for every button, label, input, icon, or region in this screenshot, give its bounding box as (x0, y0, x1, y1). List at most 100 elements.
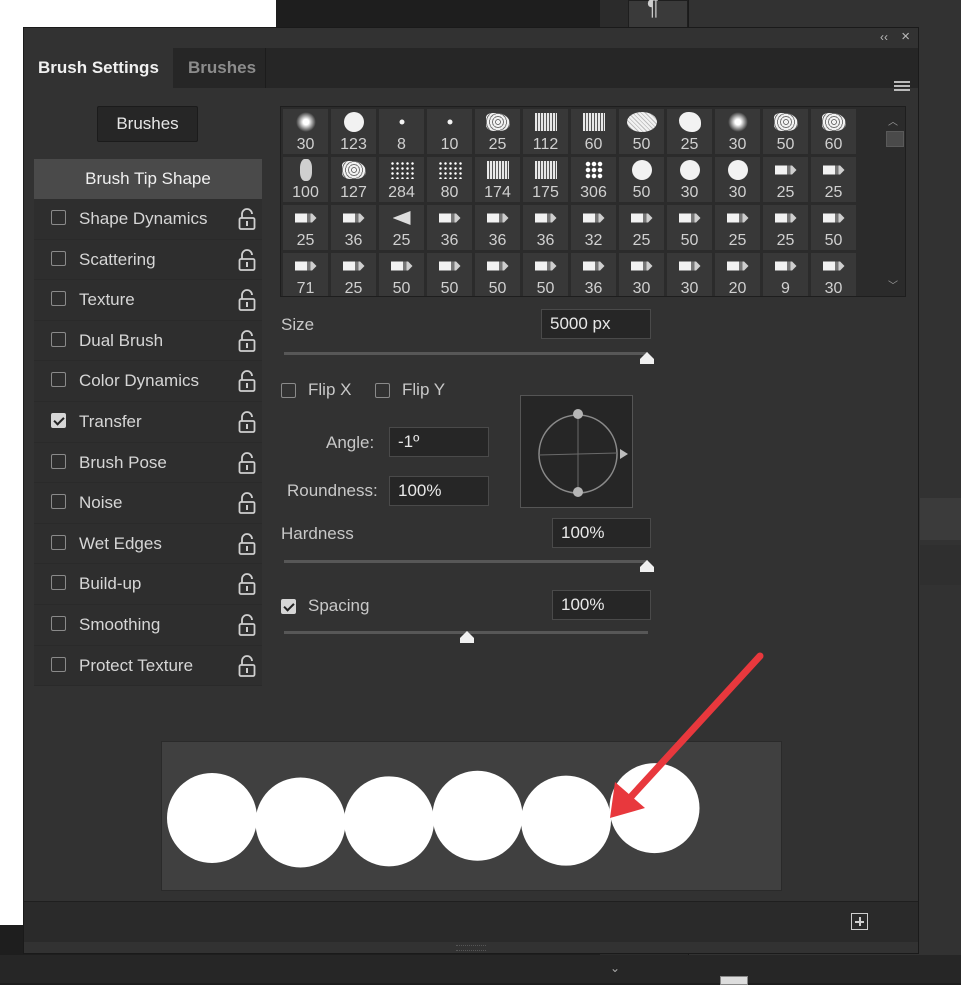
brush-preset[interactable]: 50 (810, 204, 857, 251)
tab-brush-settings[interactable]: Brush Settings (24, 48, 173, 88)
option-checkbox[interactable] (51, 250, 66, 266)
brush-preset[interactable]: 284 (378, 156, 425, 203)
option-smoothing[interactable]: Smoothing (34, 604, 262, 646)
unlock-icon[interactable] (238, 654, 256, 677)
brush-preset[interactable]: 25 (762, 204, 809, 251)
brush-preset[interactable]: 127 (330, 156, 377, 203)
unlock-icon[interactable] (238, 411, 256, 433)
layer-thumbnail[interactable] (720, 976, 748, 985)
brush-preset[interactable]: 36 (570, 252, 617, 296)
option-checkbox[interactable] (51, 494, 66, 510)
option-protect-texture[interactable]: Protect Texture (34, 645, 262, 687)
size-slider[interactable] (284, 352, 654, 364)
spacing-checkbox[interactable] (281, 599, 296, 614)
slider-thumb[interactable] (639, 559, 655, 578)
option-checkbox[interactable] (51, 331, 66, 347)
brush-preset[interactable]: 60 (570, 108, 617, 155)
option-dual-brush[interactable]: Dual Brush (34, 320, 262, 362)
brush-preset[interactable]: 306 (570, 156, 617, 203)
unlock-icon[interactable] (238, 492, 256, 515)
brush-preset[interactable]: 30 (282, 108, 329, 155)
option-checkbox[interactable] (51, 372, 66, 388)
spacing-slider[interactable] (284, 631, 648, 643)
brush-preset[interactable]: 60 (810, 108, 857, 155)
resize-grip[interactable] (456, 945, 486, 951)
option-shape-dynamics[interactable]: Shape Dynamics (34, 199, 262, 240)
brush-preset[interactable]: 36 (330, 204, 377, 251)
chevron-down-icon[interactable]: ⌄ (604, 955, 626, 981)
brush-preset[interactable]: 50 (378, 252, 425, 296)
option-checkbox[interactable] (51, 534, 66, 550)
brush-preset[interactable]: 30 (810, 252, 857, 296)
option-checkbox[interactable] (51, 210, 66, 225)
option-checkbox[interactable] (51, 575, 66, 591)
brush-preset[interactable]: 80 (426, 156, 473, 203)
brush-preset[interactable]: 10 (426, 108, 473, 155)
brush-preset[interactable]: 123 (330, 108, 377, 155)
flip-x-checkbox[interactable] (281, 383, 296, 398)
brush-preset[interactable]: 175 (522, 156, 569, 203)
brush-preset[interactable]: 25 (666, 108, 713, 155)
brush-preset[interactable]: 50 (666, 204, 713, 251)
brush-preset[interactable]: 8 (378, 108, 425, 155)
brush-preset[interactable]: 36 (426, 204, 473, 251)
brush-preset[interactable]: 25 (618, 204, 665, 251)
angle-roundness-widget[interactable] (520, 395, 633, 508)
brush-preset[interactable]: 25 (810, 156, 857, 203)
brush-preset[interactable]: 30 (714, 156, 761, 203)
slider-thumb[interactable] (459, 630, 475, 649)
chevron-up-icon[interactable]: ︿ (888, 113, 898, 128)
brushes-button[interactable]: Brushes (97, 106, 198, 142)
brush-preset[interactable]: 50 (618, 156, 665, 203)
unlock-icon[interactable] (238, 329, 256, 352)
option-checkbox[interactable] (51, 291, 66, 307)
brush-preset[interactable]: 50 (618, 108, 665, 155)
option-checkbox[interactable] (51, 453, 66, 469)
brush-tip-shape-item[interactable]: Brush Tip Shape (34, 159, 262, 199)
unlock-icon[interactable] (238, 248, 256, 271)
brush-preset[interactable]: 50 (762, 108, 809, 155)
brush-preset[interactable]: 25 (330, 252, 377, 296)
option-texture[interactable]: Texture (34, 280, 262, 321)
option-color-dynamics[interactable]: Color Dynamics (34, 361, 262, 402)
option-wet-edges[interactable]: Wet Edges (34, 523, 262, 565)
brush-preset[interactable]: 9 (762, 252, 809, 296)
brush-preset[interactable]: 30 (666, 252, 713, 296)
brush-preset[interactable]: 36 (474, 204, 521, 251)
brush-preset[interactable]: 112 (522, 108, 569, 155)
size-field[interactable]: 5000 px (541, 309, 651, 339)
unlock-icon[interactable] (238, 573, 256, 596)
angle-field[interactable]: -1º (389, 427, 489, 457)
brush-preset[interactable]: 174 (474, 156, 521, 203)
option-checkbox[interactable] (51, 615, 66, 631)
option-scattering[interactable]: Scattering (34, 239, 262, 281)
collapse-icon[interactable]: ‹‹ (880, 30, 888, 44)
roundness-field[interactable]: 100% (389, 476, 489, 506)
option-checkbox[interactable] (51, 656, 66, 672)
unlock-icon[interactable] (238, 208, 256, 230)
tab-brushes[interactable]: Brushes (174, 48, 266, 88)
option-brush-pose[interactable]: Brush Pose (34, 442, 262, 484)
spacing-field[interactable]: 100% (552, 590, 651, 620)
unlock-icon[interactable] (238, 289, 256, 312)
option-noise[interactable]: Noise (34, 483, 262, 524)
brush-preset[interactable]: 25 (714, 204, 761, 251)
brush-preset[interactable]: 30 (714, 108, 761, 155)
option-checkbox[interactable] (51, 412, 66, 428)
brush-preset[interactable]: 25 (282, 204, 329, 251)
brush-preset[interactable]: 71 (282, 252, 329, 296)
brush-preset[interactable]: 25 (474, 108, 521, 155)
new-brush-icon[interactable] (851, 913, 868, 930)
close-icon[interactable]: × (901, 28, 910, 45)
brush-preset[interactable]: 50 (522, 252, 569, 296)
hardness-slider[interactable] (284, 560, 654, 572)
brush-preset[interactable]: 50 (474, 252, 521, 296)
brush-preset[interactable]: 50 (426, 252, 473, 296)
unlock-icon[interactable] (238, 370, 256, 393)
slider-thumb[interactable] (639, 351, 655, 370)
panel-menu-icon[interactable] (894, 81, 910, 93)
scrollbar-thumb[interactable] (886, 131, 904, 147)
option-build-up[interactable]: Build-up (34, 564, 262, 605)
brush-preset[interactable]: 100 (282, 156, 329, 203)
brush-preset[interactable]: 32 (570, 204, 617, 251)
